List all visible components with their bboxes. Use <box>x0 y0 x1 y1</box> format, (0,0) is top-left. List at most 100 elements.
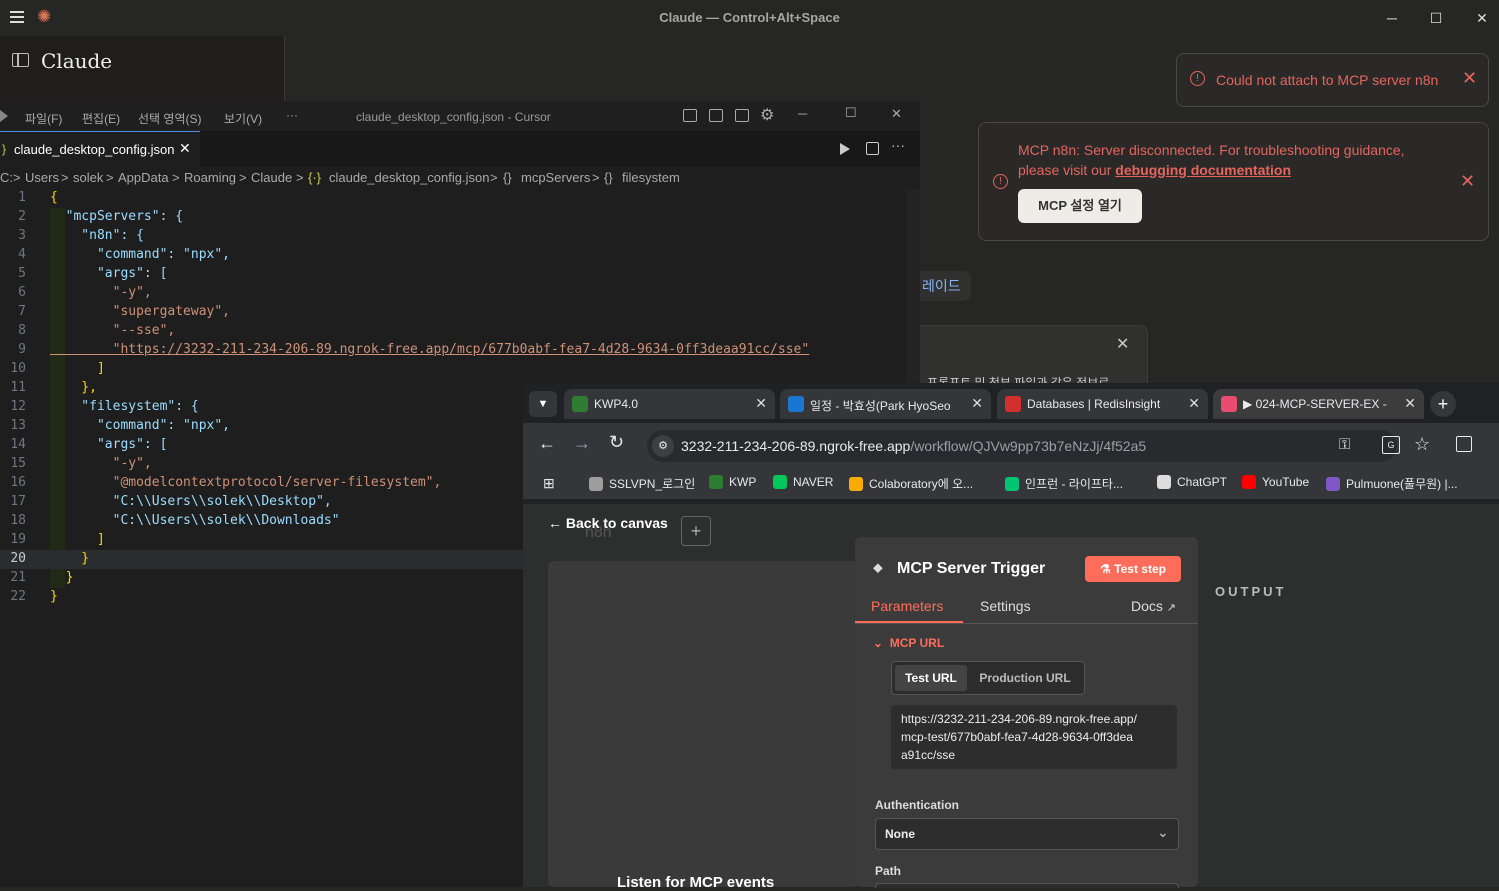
translate-icon[interactable]: G <box>1382 436 1400 454</box>
tab-search-button[interactable]: ▼ <box>529 391 557 417</box>
breadcrumb-drive[interactable]: C: <box>0 170 13 185</box>
menu-edit[interactable]: 편집(E) <box>82 110 120 127</box>
bookmark-item[interactable]: NAVER <box>773 475 833 489</box>
url-value-line-3: a91cc/sse <box>901 748 956 762</box>
test-step-button[interactable]: ⚗ Test step <box>1085 556 1181 582</box>
test-url-option[interactable]: Test URL <box>895 665 967 691</box>
menu-view[interactable]: 보기(V) <box>224 110 262 127</box>
site-info-icon[interactable]: ⚙ <box>652 435 674 457</box>
tab-close-icon[interactable]: ✕ <box>179 140 191 157</box>
breadcrumb-claude[interactable]: Claude <box>251 170 292 185</box>
tab-docs[interactable]: Docs ↗ <box>1131 598 1176 614</box>
minimize-icon[interactable]: ─ <box>1380 6 1404 30</box>
bookmark-item[interactable]: Colaboratory에 오... <box>849 475 973 492</box>
breadcrumb-users[interactable]: Users <box>25 170 59 185</box>
breadcrumb-filesystem[interactable]: filesystem <box>622 170 680 185</box>
mcp-url-section[interactable]: ⌄ MCP URL <box>873 636 944 650</box>
toast-close-icon[interactable]: ✕ <box>1462 68 1477 89</box>
sidebar-toggle-icon[interactable] <box>12 53 29 67</box>
breadcrumb-roaming[interactable]: Roaming <box>184 170 236 185</box>
bookmark-item[interactable]: KWP <box>709 475 756 489</box>
breadcrumb-solek[interactable]: solek <box>73 170 103 185</box>
bookmark-star-icon[interactable]: ☆ <box>1414 434 1430 455</box>
menu-file[interactable]: 파일(F) <box>25 110 62 127</box>
menu-more[interactable]: ··· <box>286 108 298 122</box>
tab-claude-desktop-config[interactable]: } claude_desktop_config.json ✕ <box>0 131 200 168</box>
path-input[interactable] <box>875 883 1179 888</box>
n8n-editor: n8n ← Back to canvas + OUTPUT Listen for… <box>523 504 1499 891</box>
bookmark-label: NAVER <box>793 475 834 489</box>
toggle-panel-icon[interactable] <box>709 109 723 122</box>
breadcrumb-sep: > <box>490 170 498 185</box>
code-line: "supergateway", <box>50 304 231 319</box>
chrome-tab-close-icon[interactable]: ✕ <box>755 395 767 412</box>
upgrade-badge[interactable]: 레이드 <box>914 271 971 301</box>
line-number: 9 <box>18 342 26 357</box>
tab-docs-label: Docs <box>1131 598 1163 614</box>
maximize-icon[interactable]: ☐ <box>1424 6 1448 30</box>
breadcrumb-appdata[interactable]: AppData <box>118 170 169 185</box>
code-line: ] <box>50 361 105 376</box>
apps-grid-icon[interactable]: ⊞ <box>543 475 555 492</box>
settings-gear-icon[interactable]: ⚙ <box>760 105 774 125</box>
chrome-tab-kwp[interactable]: KWP4.0 ✕ <box>564 389 775 419</box>
chrome-tab-close-icon[interactable]: ✕ <box>1188 395 1200 412</box>
bookmark-item[interactable]: SSLVPN_로그인 <box>589 475 695 492</box>
back-icon[interactable]: ← <box>538 433 556 454</box>
forward-icon[interactable]: → <box>573 433 591 454</box>
new-tab-icon[interactable]: + <box>1430 391 1456 417</box>
mcp-url-value-box[interactable]: https://3232-211-234-206-89.ngrok-free.a… <box>891 705 1177 769</box>
run-icon[interactable] <box>840 143 850 155</box>
app-name: Claude <box>41 49 113 73</box>
toggle-sidebar-icon[interactable] <box>683 109 697 122</box>
back-to-canvas-button[interactable]: ← Back to canvas <box>548 515 668 531</box>
split-editor-icon[interactable] <box>866 142 879 155</box>
chevron-down-icon: ⌄ <box>1157 824 1169 840</box>
line-number: 18 <box>10 513 26 528</box>
bookmark-item[interactable]: Pulmuone(풀무원) |... <box>1326 475 1458 492</box>
authentication-select[interactable]: None ⌄ <box>875 818 1179 850</box>
bookmark-favicon-icon <box>589 477 603 491</box>
line-number: 2 <box>18 209 26 224</box>
breadcrumb-file[interactable]: claude_desktop_config.json <box>329 170 489 185</box>
output-panel <box>1198 549 1499 887</box>
breadcrumb-mcpservers[interactable]: mcpServers <box>521 170 590 185</box>
cursor-minimize-icon[interactable]: ─ <box>798 106 807 121</box>
extensions-icon[interactable] <box>1456 436 1472 452</box>
address-bar[interactable]: ⚙ 3232-211-234-206-89.ngrok-free.app/wor… <box>647 430 1430 462</box>
chrome-tab-redisinsight[interactable]: Databases | RedisInsight ✕ <box>997 389 1208 419</box>
bookmark-item[interactable]: YouTube <box>1242 475 1309 489</box>
bookmark-favicon-icon <box>1326 477 1340 491</box>
line-number: 21 <box>10 570 26 585</box>
reload-icon[interactable]: ↻ <box>609 432 624 453</box>
chrome-tab-close-icon[interactable]: ✕ <box>1404 395 1416 412</box>
open-mcp-settings-button[interactable]: MCP 설정 열기 <box>1018 189 1142 223</box>
tab-settings[interactable]: Settings <box>980 598 1031 614</box>
toast-close-icon[interactable]: ✕ <box>1460 171 1475 192</box>
n8n-favicon-icon <box>1221 396 1237 412</box>
production-url-option[interactable]: Production URL <box>970 665 1080 691</box>
chrome-tab-n8n-active[interactable]: ▶ 024-MCP-SERVER-EX - ✕ <box>1213 389 1424 419</box>
password-key-icon[interactable]: ⚿ <box>1339 436 1350 453</box>
cursor-maximize-icon[interactable]: ☐ <box>845 105 857 121</box>
chrome-tab-close-icon[interactable]: ✕ <box>971 395 983 412</box>
code-line: "-y", <box>50 456 152 471</box>
close-icon[interactable]: ✕ <box>1470 6 1494 30</box>
card-close-icon[interactable]: ✕ <box>1116 334 1129 354</box>
node-title[interactable]: MCP Server Trigger <box>897 560 1045 578</box>
url-toggle: Test URL Production URL <box>891 661 1085 695</box>
code-line: "C:\\Users\\solek\\Downloads" <box>50 513 340 528</box>
bookmark-item[interactable]: 인프런 - 라이프타... <box>1005 475 1123 492</box>
more-actions-icon[interactable]: ··· <box>891 137 905 153</box>
bookmark-label: ChatGPT <box>1177 475 1228 489</box>
add-node-button[interactable]: + <box>681 516 711 546</box>
line-number: 1 <box>18 190 26 205</box>
chrome-tab-schedule[interactable]: 일정 - 박효성(Park HyoSeo ✕ <box>780 389 991 419</box>
debugging-docs-link[interactable]: debugging documentation <box>1115 162 1291 178</box>
menu-selection[interactable]: 선택 영역(S) <box>138 110 202 127</box>
tab-parameters[interactable]: Parameters <box>871 598 943 614</box>
breadcrumb: C: > Users > solek > AppData > Roaming >… <box>0 167 920 189</box>
cursor-close-icon[interactable]: ✕ <box>891 106 902 122</box>
toggle-secondary-sidebar-icon[interactable] <box>735 109 749 122</box>
bookmark-item[interactable]: ChatGPT <box>1157 475 1227 489</box>
